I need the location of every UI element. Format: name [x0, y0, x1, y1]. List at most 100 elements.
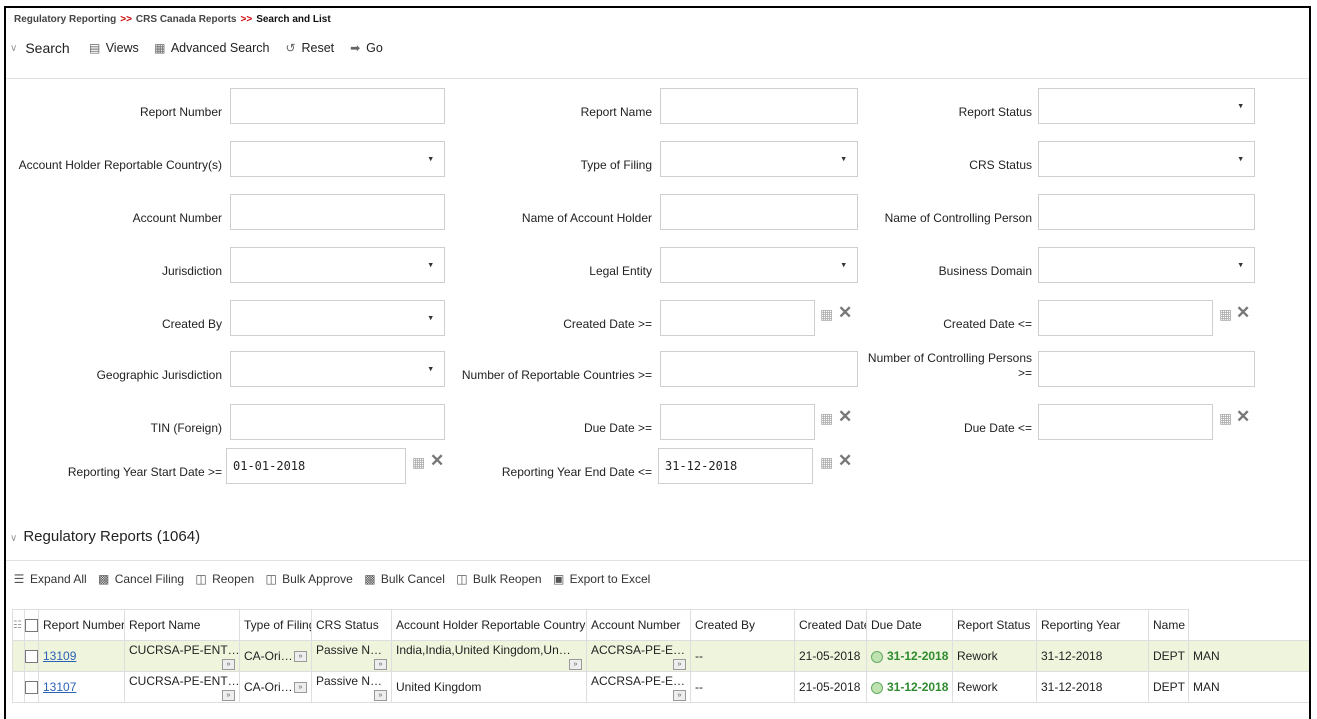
- expand-text-icon[interactable]: »: [374, 658, 387, 670]
- calendar-icon[interactable]: ▦: [1219, 410, 1232, 427]
- type-of-filing-select[interactable]: [660, 141, 858, 177]
- reporting-year-start-input[interactable]: 01-01-2018: [226, 448, 406, 484]
- column-header[interactable]: Account Holder Reportable Country (: [391, 609, 587, 641]
- reports-table: ☷ Report Number Report Name Type of Fili…: [12, 609, 1309, 703]
- column-header[interactable]: Name of Account Holder: [1148, 609, 1189, 641]
- column-header[interactable]: Type of Filing: [239, 609, 312, 641]
- reports-action-bar: ☰ Expand All ▩ Cancel Filing ◫ Reopen ◫ Bulk…: [12, 572, 651, 586]
- expand-all-button[interactable]: ☰ Expand All: [12, 572, 87, 586]
- clear-icon[interactable]: ✕: [1236, 407, 1250, 427]
- expand-text-icon[interactable]: »: [374, 689, 387, 701]
- row-checkbox[interactable]: [25, 650, 38, 664]
- column-header[interactable]: Report Number: [38, 609, 125, 641]
- clear-icon[interactable]: ✕: [838, 451, 852, 471]
- created-date-to-label: Created Date <=: [943, 317, 1032, 331]
- bulk-approve-button[interactable]: ◫ Bulk Approve: [264, 572, 353, 586]
- report-number-link[interactable]: 13107: [43, 680, 76, 694]
- column-header[interactable]: Report Name: [124, 609, 240, 641]
- expand-text-icon[interactable]: »: [673, 658, 686, 670]
- advanced-search-button[interactable]: ▦ Advanced Search: [153, 41, 270, 55]
- views-button[interactable]: ▤ Views: [88, 41, 139, 55]
- report-status-label: Report Status: [958, 105, 1032, 119]
- type-of-filing-cell: CA-Ori…»: [239, 671, 312, 703]
- row-spacer-cell: [12, 671, 25, 703]
- due-date-to-label: Due Date <=: [963, 421, 1032, 435]
- expand-text-icon[interactable]: »: [569, 658, 582, 670]
- breadcrumb-regulatory-reporting[interactable]: Regulatory Reporting: [14, 14, 116, 25]
- name-of-controlling-person-input[interactable]: [1038, 194, 1255, 230]
- bulk-cancel-button[interactable]: ▩ Bulk Cancel: [363, 572, 445, 586]
- business-domain-select[interactable]: [1038, 247, 1255, 283]
- regulatory-reports-section-toggle[interactable]: ∨ Regulatory Reports (1064): [10, 528, 200, 545]
- expand-text-icon[interactable]: »: [673, 689, 686, 701]
- column-header[interactable]: Account Number: [586, 609, 691, 641]
- account-number-text: ACCRSA-PE-E…: [591, 642, 686, 657]
- breadcrumb-crs-canada[interactable]: CRS Canada Reports: [136, 14, 237, 25]
- type-of-filing-text: CA-Ori…: [244, 649, 293, 663]
- calendar-icon[interactable]: ▦: [1219, 306, 1232, 323]
- clear-icon[interactable]: ✕: [430, 451, 444, 471]
- report-name-input[interactable]: [660, 88, 858, 124]
- calendar-icon[interactable]: ▦: [820, 454, 833, 471]
- column-header[interactable]: Due Date: [866, 609, 953, 641]
- calendar-icon[interactable]: ▦: [820, 410, 833, 427]
- views-icon: ▤: [89, 41, 101, 55]
- breadcrumb-separator: >>: [240, 14, 253, 25]
- clear-icon[interactable]: ✕: [838, 303, 852, 323]
- bulk-reopen-button[interactable]: ◫ Bulk Reopen: [455, 572, 541, 586]
- clear-icon[interactable]: ✕: [838, 407, 852, 427]
- bulk-cancel-icon: ▩: [364, 572, 376, 586]
- table-row[interactable]: 13109 CUCRSA-PE-ENT…» CA-Ori…» Passive N…: [12, 640, 1309, 672]
- type-of-filing-label: Type of Filing: [580, 158, 652, 172]
- row-checkbox[interactable]: [25, 681, 38, 695]
- created-by-cell: --: [690, 640, 795, 672]
- crs-status-select[interactable]: [1038, 141, 1255, 177]
- reset-button[interactable]: ↺ Reset: [284, 41, 334, 55]
- hierarchy-icon[interactable]: ☷: [12, 609, 25, 641]
- go-button[interactable]: ➡ Go: [348, 41, 383, 55]
- report-status-cell: Rework: [952, 640, 1037, 672]
- expand-text-icon[interactable]: »: [222, 658, 235, 670]
- bulk-approve-label: Bulk Approve: [282, 572, 353, 586]
- report-number-cell: 13107: [38, 671, 125, 703]
- export-to-excel-button[interactable]: ▣ Export to Excel: [552, 572, 650, 586]
- report-name-cell: CUCRSA-PE-ENT…»: [124, 671, 240, 703]
- legal-entity-select[interactable]: [660, 247, 858, 283]
- bulk-cancel-label: Bulk Cancel: [380, 572, 445, 586]
- column-header[interactable]: Report Status: [952, 609, 1037, 641]
- reporting-year-end-input[interactable]: 31-12-2018: [658, 448, 813, 484]
- due-date-from-input[interactable]: [660, 404, 815, 440]
- calendar-icon[interactable]: ▦: [412, 454, 425, 471]
- expand-text-icon[interactable]: »: [222, 689, 235, 701]
- business-domain-label: Business Domain: [938, 264, 1032, 278]
- name-of-account-holder-input[interactable]: [660, 194, 858, 230]
- column-header[interactable]: Reporting Year: [1036, 609, 1149, 641]
- clear-icon[interactable]: ✕: [1236, 303, 1250, 323]
- column-header[interactable]: Created Date: [794, 609, 867, 641]
- column-header[interactable]: Created By: [690, 609, 795, 641]
- column-header[interactable]: CRS Status: [311, 609, 392, 641]
- number-of-controlling-persons-input[interactable]: [1038, 351, 1255, 387]
- source-cell: MAN: [1188, 640, 1309, 672]
- advanced-search-label: Advanced Search: [170, 41, 270, 55]
- created-date-to-input[interactable]: [1038, 300, 1213, 336]
- report-status-select[interactable]: [1038, 88, 1255, 124]
- reopen-button[interactable]: ◫ Reopen: [194, 572, 254, 586]
- report-number-link[interactable]: 13109: [43, 649, 76, 663]
- account-holder-cell: DEPT OF STATE: [1148, 671, 1189, 703]
- created-date-from-input[interactable]: [660, 300, 815, 336]
- due-date-text: 31-12-2018: [887, 680, 949, 694]
- expand-text-icon[interactable]: »: [294, 651, 307, 662]
- table-row[interactable]: 13107 CUCRSA-PE-ENT…» CA-Ori…» Passive N…: [12, 671, 1309, 703]
- calendar-icon[interactable]: ▦: [820, 306, 833, 323]
- select-all-checkbox[interactable]: [25, 619, 38, 633]
- due-date-to-input[interactable]: [1038, 404, 1213, 440]
- reopen-label: Reopen: [212, 572, 255, 586]
- number-of-reportable-countries-input[interactable]: [660, 351, 858, 387]
- regulatory-reports-title: Regulatory Reports (1064): [23, 528, 201, 545]
- search-section-toggle[interactable]: ∨ Search: [10, 40, 74, 56]
- expand-text-icon[interactable]: »: [294, 682, 307, 693]
- bulk-reopen-icon: ◫: [456, 572, 468, 586]
- type-of-filing-text: CA-Ori…: [244, 680, 293, 694]
- cancel-filing-button[interactable]: ▩ Cancel Filing: [97, 572, 184, 586]
